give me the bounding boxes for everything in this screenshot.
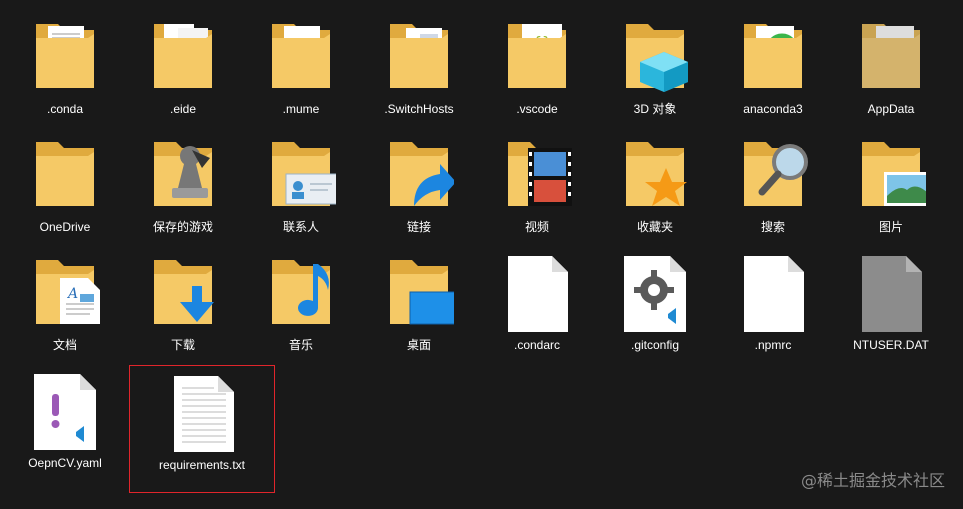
folder-item[interactable]: 联系人 xyxy=(242,124,360,236)
folder-item[interactable]: 保存的游戏 xyxy=(124,124,242,236)
item-label: 联系人 xyxy=(282,220,319,234)
item-label: .mume xyxy=(282,102,320,116)
folder-item[interactable]: 收藏夹 xyxy=(596,124,714,236)
folder-item[interactable]: 链接 xyxy=(360,124,478,236)
item-label: .gitconfig xyxy=(630,338,680,352)
item-label: .condarc xyxy=(513,338,561,352)
item-label: 保存的游戏 xyxy=(152,220,213,234)
item-label: 视频 xyxy=(524,220,549,234)
item-label: .SwitchHosts xyxy=(384,102,454,116)
file-yaml-icon xyxy=(30,370,100,450)
file-item[interactable]: .gitconfig xyxy=(596,242,714,354)
item-label: .eide xyxy=(169,102,197,116)
folder-links-icon xyxy=(384,134,454,214)
item-label: OneDrive xyxy=(39,220,91,234)
folder-desktop-icon xyxy=(384,252,454,332)
item-label: 搜索 xyxy=(760,220,785,234)
folder-icon: {} xyxy=(502,16,572,96)
folder-games-icon xyxy=(148,134,218,214)
file-text-icon xyxy=(168,372,238,452)
folder-item[interactable]: 音乐 xyxy=(242,242,360,354)
file-item[interactable]: .condarc xyxy=(478,242,596,354)
folder-item[interactable]: AppData xyxy=(832,6,950,118)
folder-item[interactable]: 视频 xyxy=(478,124,596,236)
file-item[interactable]: OepnCV.yaml xyxy=(6,360,124,472)
folder-item[interactable]: 下载 xyxy=(124,242,242,354)
item-label: 下载 xyxy=(170,338,195,352)
folder-icon xyxy=(856,16,926,96)
folder-videos-icon xyxy=(502,134,572,214)
item-label: OepnCV.yaml xyxy=(28,456,102,470)
item-label: 音乐 xyxy=(288,338,313,352)
item-label: 文档 xyxy=(52,338,77,352)
folder-favorites-icon xyxy=(620,134,690,214)
folder-item[interactable]: OneDrive xyxy=(6,124,124,236)
explorer-content-grid: .conda .eide .mume .SwitchHosts .vscode … xyxy=(0,0,963,509)
file-item[interactable]: NTUSER.DAT xyxy=(832,242,950,354)
folder-downloads-icon xyxy=(148,252,218,332)
folder-search-icon xyxy=(738,134,808,214)
item-label: 图片 xyxy=(878,220,903,234)
item-label: anaconda3 xyxy=(743,102,803,116)
folder-item[interactable]: .conda xyxy=(6,6,124,118)
folder-icon xyxy=(30,134,100,214)
item-label: 桌面 xyxy=(406,338,431,352)
folder-music-icon xyxy=(266,252,336,332)
item-label: .conda xyxy=(46,102,84,116)
folder-item[interactable]: .mume xyxy=(242,6,360,118)
item-label: .vscode xyxy=(516,102,558,116)
file-item-selected[interactable]: requirements.txt xyxy=(129,365,275,493)
folder-item[interactable]: .eide xyxy=(124,6,242,118)
folder-icon xyxy=(30,16,100,96)
folder-item[interactable]: .SwitchHosts xyxy=(360,6,478,118)
item-label: 3D 对象 xyxy=(633,102,677,116)
file-gray-icon xyxy=(856,252,926,332)
file-gear-icon xyxy=(620,252,690,332)
item-label: 链接 xyxy=(406,220,431,234)
folder-item[interactable]: 图片 xyxy=(832,124,950,236)
folder-icon xyxy=(148,16,218,96)
folder-icon xyxy=(384,16,454,96)
item-label: 收藏夹 xyxy=(636,220,673,234)
folder-item[interactable]: 桌面 xyxy=(360,242,478,354)
svg-text:A: A xyxy=(66,286,78,302)
item-label: requirements.txt xyxy=(158,458,246,472)
folder-icon xyxy=(266,16,336,96)
folder-item[interactable]: anaconda3 xyxy=(714,6,832,118)
folder-item[interactable]: 搜索 xyxy=(714,124,832,236)
folder-item[interactable]: A 文档 xyxy=(6,242,124,354)
folder-documents-icon: A xyxy=(30,252,100,332)
folder-3d-icon xyxy=(620,16,690,96)
item-label: AppData xyxy=(867,102,915,116)
item-label: NTUSER.DAT xyxy=(853,338,929,352)
item-label: .npmrc xyxy=(754,338,792,352)
folder-pictures-icon xyxy=(856,134,926,214)
file-item[interactable]: .npmrc xyxy=(714,242,832,354)
folder-icon xyxy=(738,16,808,96)
folder-item[interactable]: {} .vscode xyxy=(478,6,596,118)
watermark: @稀土掘金技术社区 xyxy=(800,471,945,490)
file-icon xyxy=(502,252,572,332)
folder-contacts-icon xyxy=(266,134,336,214)
folder-item[interactable]: 3D 对象 xyxy=(596,6,714,118)
file-icon xyxy=(738,252,808,332)
